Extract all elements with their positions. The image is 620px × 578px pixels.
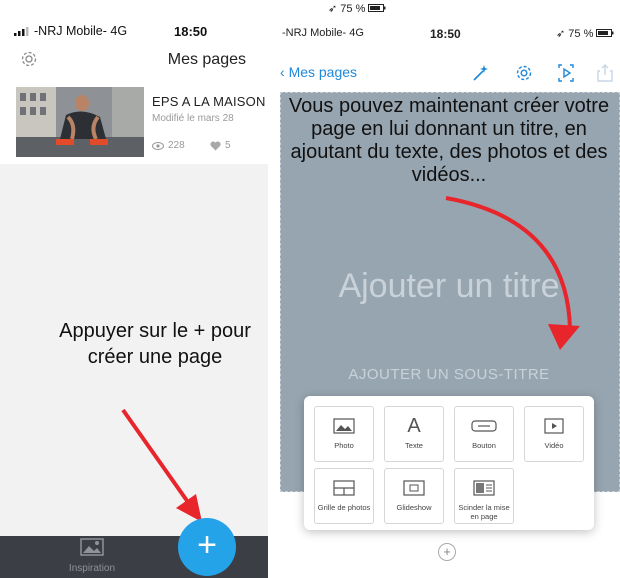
add-page-button[interactable]: + [178,518,236,576]
block-option-label: Photo [334,441,354,450]
block-option-label: Texte [405,441,423,450]
page-editor-screen: ➶ 75 % -NRJ Mobile- 4G 18:50 ➶ 75 % ‹ Me… [268,0,620,578]
text-icon: A [407,415,421,437]
block-option-video[interactable]: Vidéo [524,406,584,462]
tab-inspiration[interactable]: Inspiration [60,538,124,574]
video-icon [544,418,564,434]
block-option-button[interactable]: Bouton [454,406,514,462]
tab-inspiration-label: Inspiration [68,563,116,574]
block-option-label: Grille de photos [317,503,371,512]
block-option-glideshow[interactable]: Glideshow [384,468,444,524]
block-option-label: Bouton [472,441,496,450]
photo-icon [333,418,355,434]
block-option-text[interactable]: A Texte [384,406,444,462]
block-option-photo-grid[interactable]: Grille de photos [314,468,374,524]
block-option-photo[interactable]: Photo [314,406,374,462]
glideshow-icon [403,480,425,496]
block-picker: Photo A Texte Bouton Vidéo Grille de pho… [304,396,594,530]
block-option-label: Glideshow [396,503,432,512]
button-icon [471,420,497,432]
photo-grid-icon [333,480,355,496]
my-pages-screen: -NRJ Mobile- 4G 18:50 Mes pages EPS A LA… [0,0,268,578]
split-layout-icon [473,480,495,496]
block-option-split-layout[interactable]: Scinder la mise en page [454,468,514,524]
image-icon [80,538,104,556]
block-option-label: Vidéo [544,441,564,450]
add-block-button[interactable]: + [438,543,456,561]
block-option-label: Scinder la mise en page [458,503,510,521]
arrow-annotation [121,408,202,522]
